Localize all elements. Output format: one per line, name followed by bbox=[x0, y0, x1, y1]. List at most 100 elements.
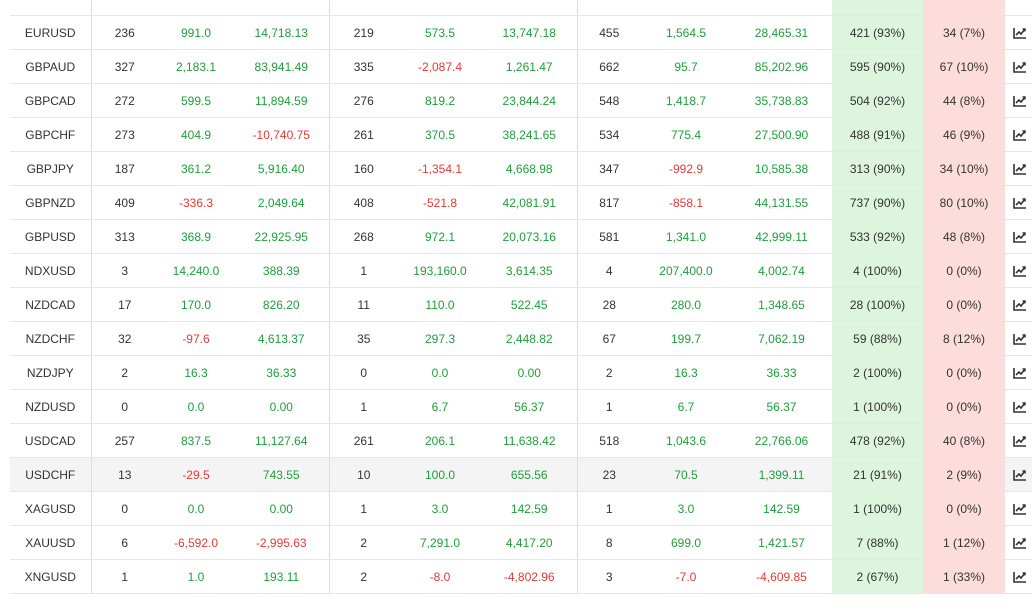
lost-trades-cell: 1 (12%) bbox=[923, 525, 1005, 560]
value-cell: 142.59 bbox=[731, 491, 832, 526]
value-cell: 1.0 bbox=[158, 559, 234, 594]
chart-line-icon[interactable] bbox=[1013, 27, 1027, 40]
symbol-cell: GBPCHF bbox=[10, 117, 92, 152]
row-chart-button[interactable] bbox=[1005, 287, 1032, 322]
chart-line-icon[interactable] bbox=[1013, 129, 1027, 142]
row-chart-button[interactable] bbox=[1005, 321, 1032, 356]
value-cell: 2,448.82 bbox=[482, 321, 578, 356]
table-row[interactable]: GBPJPY 187 361.2 5,916.40 160 -1,354.1 4,668.9… bbox=[10, 151, 1032, 186]
trades-count-cell: 662 bbox=[577, 49, 641, 84]
symbol-cell: NZDCAD bbox=[10, 287, 92, 322]
value-cell: 573.5 bbox=[398, 15, 482, 50]
row-chart-button[interactable] bbox=[1005, 525, 1032, 560]
row-chart-button[interactable] bbox=[1005, 185, 1032, 220]
value-cell: 206.1 bbox=[398, 423, 482, 458]
value-cell: 775.4 bbox=[641, 117, 731, 152]
row-chart-button[interactable] bbox=[1005, 491, 1032, 526]
row-chart-button[interactable] bbox=[1005, 559, 1032, 594]
value-cell: 11,127.64 bbox=[234, 423, 330, 458]
row-chart-button[interactable] bbox=[1005, 83, 1032, 118]
chart-line-icon[interactable] bbox=[1013, 265, 1027, 278]
symbol-cell: GBPAUD bbox=[10, 49, 92, 84]
value-cell: 83,941.49 bbox=[234, 49, 330, 84]
chart-line-icon[interactable] bbox=[1013, 61, 1027, 74]
value-cell: -858.1 bbox=[641, 185, 731, 220]
value-cell: -992.9 bbox=[641, 151, 731, 186]
row-chart-button[interactable] bbox=[1005, 49, 1032, 84]
row-chart-button[interactable] bbox=[1005, 151, 1032, 186]
value-cell: 27,500.90 bbox=[731, 117, 832, 152]
trades-count-cell: 3 bbox=[577, 559, 641, 594]
trades-count-cell: 2 bbox=[329, 525, 398, 560]
row-chart-button[interactable] bbox=[1005, 355, 1032, 390]
trades-count-cell: 335 bbox=[329, 49, 398, 84]
value-cell: 16.3 bbox=[158, 355, 234, 390]
chart-line-icon[interactable] bbox=[1013, 435, 1027, 448]
row-chart-button[interactable] bbox=[1005, 117, 1032, 152]
symbol-cell: USDCHF bbox=[10, 457, 92, 492]
chart-line-icon[interactable] bbox=[1013, 571, 1027, 584]
trades-count-cell: 11 bbox=[329, 287, 398, 322]
trades-count-cell: 1 bbox=[329, 491, 398, 526]
value-cell: -97.6 bbox=[158, 321, 234, 356]
chart-line-icon[interactable] bbox=[1013, 163, 1027, 176]
chart-line-icon[interactable] bbox=[1013, 503, 1027, 516]
table-row[interactable]: EURUSD 236 991.0 14,718.13 219 573.5 13,747.18… bbox=[10, 15, 1032, 50]
chart-line-icon[interactable] bbox=[1013, 469, 1027, 482]
row-chart-button[interactable] bbox=[1005, 389, 1032, 424]
value-cell: 6.7 bbox=[641, 389, 731, 424]
value-cell: -1,354.1 bbox=[398, 151, 482, 186]
chart-line-icon[interactable] bbox=[1013, 299, 1027, 312]
table-row[interactable]: XAGUSD 0 0.0 0.00 1 3.0 142.59 1 3.0 142.59 1 (100… bbox=[10, 491, 1032, 526]
row-chart-button[interactable] bbox=[1005, 15, 1032, 50]
table-row[interactable]: NZDCAD 17 170.0 826.20 11 110.0 522.45 28 280.0 1… bbox=[10, 287, 1032, 322]
chart-line-icon[interactable] bbox=[1013, 333, 1027, 346]
table-row[interactable]: NZDJPY 2 16.3 36.33 0 0.0 0.00 2 16.3 36.33 2 (100… bbox=[10, 355, 1032, 390]
value-cell: 11,638.42 bbox=[482, 423, 578, 458]
trades-count-cell: 13 bbox=[91, 457, 158, 492]
chart-line-icon[interactable] bbox=[1013, 367, 1027, 380]
table-row[interactable]: USDCAD 257 837.5 11,127.64 261 206.1 11,638.42… bbox=[10, 423, 1032, 458]
value-cell: 7,291.0 bbox=[398, 525, 482, 560]
value-cell: 699.0 bbox=[641, 525, 731, 560]
table-row[interactable]: NZDUSD 0 0.0 0.00 1 6.7 56.37 1 6.7 56.37 1 (100%)… bbox=[10, 389, 1032, 424]
trades-count-cell: 23 bbox=[577, 457, 641, 492]
value-cell: 819.2 bbox=[398, 83, 482, 118]
value-cell: 36.33 bbox=[731, 355, 832, 390]
chart-line-icon[interactable] bbox=[1013, 401, 1027, 414]
table-row[interactable]: GBPAUD 327 2,183.1 83,941.49 335 -2,087.4 1,26… bbox=[10, 49, 1032, 84]
table-row[interactable]: USDCHF 13 -29.5 743.55 10 100.0 655.56 23 70.5 1,… bbox=[10, 457, 1032, 492]
trades-count-cell: 817 bbox=[577, 185, 641, 220]
value-cell: -336.3 bbox=[158, 185, 234, 220]
table-row[interactable]: GBPNZD 409 -336.3 2,049.64 408 -521.8 42,081.9… bbox=[10, 185, 1032, 220]
row-chart-button[interactable] bbox=[1005, 219, 1032, 254]
trades-count-cell: 28 bbox=[577, 287, 641, 322]
value-cell: 4,002.74 bbox=[731, 253, 832, 288]
table-row[interactable]: NDXUSD 3 14,240.0 388.39 1 193,160.0 3,614.35 4… bbox=[10, 253, 1032, 288]
symbol-cell: EURUSD bbox=[10, 15, 92, 50]
lost-trades-cell: 8 (12%) bbox=[923, 321, 1005, 356]
value-cell: 4,613.37 bbox=[234, 321, 330, 356]
row-chart-button[interactable] bbox=[1005, 423, 1032, 458]
row-chart-button[interactable] bbox=[1005, 253, 1032, 288]
value-cell: 0.0 bbox=[158, 491, 234, 526]
chart-line-icon[interactable] bbox=[1013, 231, 1027, 244]
lost-trades-cell: 67 (10%) bbox=[923, 49, 1005, 84]
value-cell: -4,609.85 bbox=[731, 559, 832, 594]
value-cell: 368.9 bbox=[158, 219, 234, 254]
row-chart-button[interactable] bbox=[1005, 457, 1032, 492]
table-row[interactable]: GBPCHF 273 404.9 -10,740.75 261 370.5 38,241.6… bbox=[10, 117, 1032, 152]
chart-line-icon[interactable] bbox=[1013, 197, 1027, 210]
value-cell: 1,348.65 bbox=[731, 287, 832, 322]
value-cell: -521.8 bbox=[398, 185, 482, 220]
value-cell: 100.0 bbox=[398, 457, 482, 492]
table-row[interactable]: XAUUSD 6 -6,592.0 -2,995.63 2 7,291.0 4,417.20… bbox=[10, 525, 1032, 560]
chart-line-icon[interactable] bbox=[1013, 537, 1027, 550]
table-row[interactable]: GBPCAD 272 599.5 11,894.59 276 819.2 23,844.24… bbox=[10, 83, 1032, 118]
chart-line-icon[interactable] bbox=[1013, 95, 1027, 108]
table-row[interactable]: GBPUSD 313 368.9 22,925.95 268 972.1 20,073.16… bbox=[10, 219, 1032, 254]
table-row[interactable]: XNGUSD 1 1.0 193.11 2 -8.0 -4,802.96 3 -7.0 -4,60… bbox=[10, 559, 1032, 594]
won-trades-cell: 478 (92%) bbox=[832, 423, 923, 458]
trades-count-cell: 261 bbox=[329, 117, 398, 152]
table-row[interactable]: NZDCHF 32 -97.6 4,613.37 35 297.3 2,448.82 67 19… bbox=[10, 321, 1032, 356]
